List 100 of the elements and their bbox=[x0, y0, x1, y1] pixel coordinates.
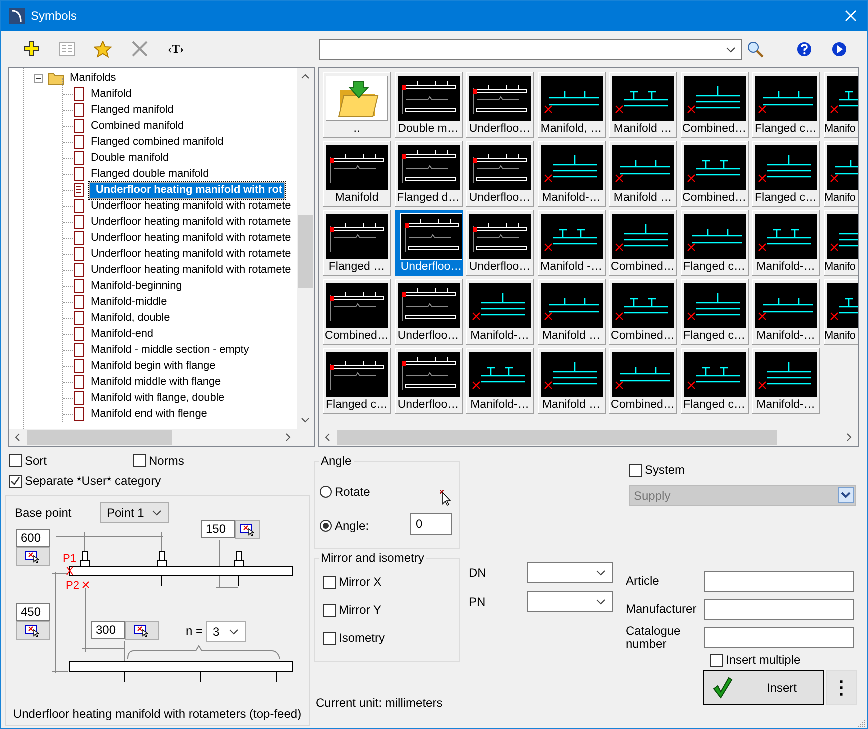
tree-item[interactable]: Manifold-end bbox=[89, 326, 156, 342]
symbol-tile[interactable]: Combined… bbox=[609, 348, 677, 414]
checkbox[interactable] bbox=[710, 654, 723, 666]
tree-item[interactable]: Double manifold bbox=[89, 150, 171, 166]
spacing-field[interactable]: 600 bbox=[16, 529, 50, 547]
symbol-tile[interactable]: Combined… bbox=[680, 141, 748, 207]
add-icon[interactable] bbox=[24, 41, 40, 57]
checkbox[interactable] bbox=[9, 474, 22, 488]
count-dropdown[interactable]: 3 bbox=[206, 621, 246, 642]
symbol-tile[interactable]: Combined… bbox=[323, 279, 391, 345]
checkbox[interactable] bbox=[323, 576, 336, 588]
help-icon[interactable] bbox=[797, 42, 812, 56]
symbol-tile[interactable]: Underfloo… bbox=[394, 279, 462, 345]
tree-item[interactable]: Flanged combined manifold bbox=[89, 134, 226, 150]
search-icon[interactable] bbox=[747, 40, 764, 58]
symbol-tile[interactable]: Manifold -… bbox=[538, 210, 606, 276]
tree-item[interactable]: Manifold middle with flange bbox=[89, 374, 223, 390]
symbol-tile[interactable]: Flanged … bbox=[323, 210, 391, 276]
symbol-tile[interactable]: Combined… bbox=[680, 72, 748, 138]
symbol-tile[interactable]: Underfloo… bbox=[466, 72, 534, 138]
tree-item[interactable]: Flanged double manifold bbox=[89, 166, 212, 182]
symbol-tile[interactable]: Manifo bbox=[824, 72, 858, 138]
scroll-thumb[interactable] bbox=[298, 215, 313, 288]
symbol-tile[interactable]: Underfloo… bbox=[466, 141, 534, 207]
symbol-tile[interactable]: Flanged d… bbox=[394, 141, 462, 207]
radio-button[interactable] bbox=[320, 486, 332, 498]
dropdown[interactable] bbox=[527, 562, 613, 583]
scroll-left-icon[interactable] bbox=[15, 433, 20, 442]
symbol-tile[interactable]: Manifold … bbox=[609, 141, 677, 207]
tree-item[interactable]: Combined manifold bbox=[89, 118, 186, 134]
symbol-tile[interactable]: Manifold-… bbox=[752, 279, 820, 345]
scroll-right-icon[interactable] bbox=[286, 433, 291, 442]
checkbox[interactable] bbox=[133, 454, 146, 467]
symbol-tile[interactable]: Underfloo… bbox=[394, 210, 462, 276]
symbol-tile[interactable]: Manifo bbox=[824, 279, 858, 345]
symbol-tile[interactable]: Manifold … bbox=[538, 279, 606, 345]
symbol-tile[interactable]: Manifold bbox=[323, 141, 391, 207]
scroll-down-icon[interactable] bbox=[301, 418, 310, 423]
angle-field[interactable]: 0 bbox=[410, 513, 452, 535]
symbol-tile[interactable]: Flanged c… bbox=[323, 348, 391, 414]
star-icon[interactable] bbox=[94, 40, 112, 58]
symbol-tile[interactable]: .. bbox=[323, 72, 391, 138]
text-field[interactable] bbox=[704, 571, 854, 592]
symbol-tile[interactable]: Manifold … bbox=[538, 348, 606, 414]
insert-button[interactable]: Insert bbox=[703, 670, 824, 705]
scrollbar[interactable] bbox=[297, 68, 314, 429]
symbol-tile[interactable]: Manifo bbox=[824, 141, 858, 207]
scrollbar[interactable] bbox=[9, 429, 297, 446]
tree-item[interactable]: Underfloor heating manifold with rotamete bbox=[89, 214, 294, 230]
tree-item[interactable]: Manifold, double bbox=[89, 310, 172, 326]
tree-item[interactable]: Underfloor heating manifold with rotamete bbox=[89, 230, 294, 246]
tree-item[interactable]: Manifold-beginning bbox=[89, 278, 184, 294]
tree-item[interactable]: Manifold with flange, double bbox=[89, 390, 227, 406]
symbol-tile[interactable]: Flanged c… bbox=[680, 210, 748, 276]
scroll-left-icon[interactable] bbox=[325, 433, 330, 442]
start-field[interactable]: 300 bbox=[91, 621, 125, 639]
symbol-tile[interactable]: Flanged c… bbox=[752, 141, 820, 207]
pick-button[interactable] bbox=[125, 621, 159, 640]
next-icon[interactable] bbox=[832, 42, 847, 56]
text-field[interactable] bbox=[704, 627, 854, 648]
pick-button[interactable] bbox=[16, 547, 50, 566]
checkbox[interactable] bbox=[323, 632, 336, 644]
pick-button[interactable] bbox=[235, 520, 260, 539]
depth-field[interactable]: 450 bbox=[16, 603, 50, 621]
symbol-tile[interactable]: Manifold-… bbox=[538, 141, 606, 207]
tree-item[interactable]: Underfloor heating manifold with rot bbox=[89, 182, 286, 198]
symbol-tile[interactable]: Manifold … bbox=[609, 72, 677, 138]
tree-item[interactable]: Manifold-middle bbox=[89, 294, 170, 310]
checkbox[interactable] bbox=[9, 454, 22, 467]
tree-item[interactable]: Flanged manifold bbox=[89, 102, 176, 118]
tree-item[interactable]: Underfloor heating manifold with rotamete bbox=[89, 262, 294, 278]
tree-item[interactable]: Manifold - middle section - empty bbox=[89, 342, 252, 358]
tree-item[interactable]: Manifold begin with flange bbox=[89, 358, 218, 374]
symbol-tile[interactable]: Underfloo… bbox=[466, 210, 534, 276]
symbol-tile[interactable]: Manifold, … bbox=[538, 72, 606, 138]
symbol-tile[interactable]: Underfloo… bbox=[394, 348, 462, 414]
symbol-tile[interactable]: Flanged c… bbox=[680, 279, 748, 345]
collapse-icon[interactable] bbox=[34, 74, 43, 82]
tree-item[interactable]: Manifold bbox=[89, 86, 134, 102]
close-icon[interactable] bbox=[845, 10, 857, 22]
symbol-tile[interactable]: Double m… bbox=[394, 72, 462, 138]
checkbox[interactable] bbox=[323, 604, 336, 616]
text-button[interactable]: ‹T› bbox=[168, 42, 184, 56]
symbol-tile[interactable]: Flanged c… bbox=[680, 348, 748, 414]
pick-button[interactable] bbox=[16, 621, 50, 640]
search-field[interactable] bbox=[319, 38, 742, 60]
tree-item[interactable]: Underfloor heating manifold with rotamete bbox=[89, 246, 294, 262]
symbol-tile[interactable]: Combined… bbox=[609, 210, 677, 276]
point-dropdown[interactable]: Point 1 bbox=[100, 502, 169, 523]
scroll-right-icon[interactable] bbox=[847, 433, 852, 442]
symbol-tile[interactable]: Manifo bbox=[824, 210, 858, 276]
tree-item[interactable]: Manifolds bbox=[68, 70, 118, 86]
offset-field[interactable]: 150 bbox=[201, 520, 235, 538]
more-button[interactable]: ⋮ bbox=[826, 670, 857, 705]
symbol-tile[interactable]: Manifold-… bbox=[752, 348, 820, 414]
scroll-up-icon[interactable] bbox=[301, 74, 310, 79]
text-field[interactable] bbox=[704, 599, 854, 620]
symbol-tile[interactable]: Flanged c… bbox=[752, 72, 820, 138]
tree-item[interactable]: Manifold end with flenge bbox=[89, 406, 210, 422]
symbol-tile[interactable]: Manifold-… bbox=[752, 210, 820, 276]
